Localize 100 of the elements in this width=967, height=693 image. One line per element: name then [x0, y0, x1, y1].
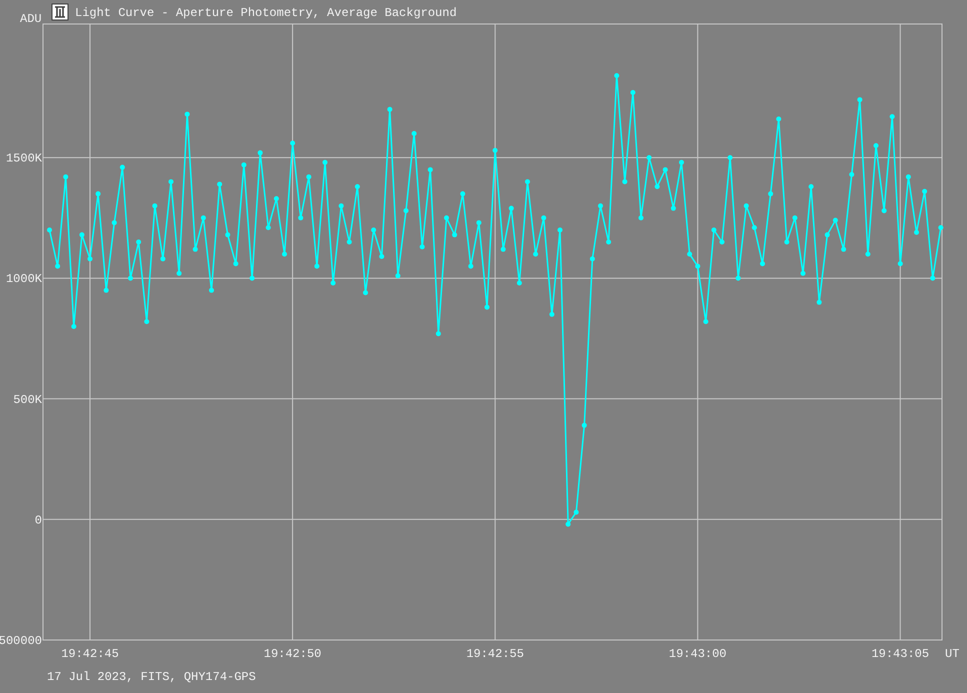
data-point: [192, 246, 198, 252]
axis-label: ADU: [20, 12, 42, 26]
data-point: [736, 276, 741, 281]
data-point: [566, 522, 571, 527]
data-point: [338, 203, 344, 208]
data-point: [354, 184, 360, 190]
data-point: [760, 261, 765, 266]
data-point: [444, 215, 449, 220]
data-point: [88, 256, 92, 262]
tick-label: 19:42:45: [61, 647, 119, 661]
data-point: [500, 246, 506, 252]
data-point: [558, 228, 562, 232]
data-point: [468, 264, 474, 269]
data-point: [63, 174, 68, 180]
data-point: [744, 203, 749, 208]
data-point: [144, 319, 150, 324]
data-point: [387, 106, 392, 112]
tick-label: 1000K: [6, 272, 42, 286]
app-icon: [52, 4, 68, 20]
data-point: [800, 270, 806, 276]
data-point: [662, 167, 668, 172]
data-point: [784, 240, 790, 244]
data-point: [832, 218, 838, 223]
data-point: [168, 179, 174, 184]
data-point: [882, 208, 887, 214]
data-point: [298, 215, 304, 220]
data-point: [104, 288, 109, 293]
data-point: [865, 252, 870, 257]
axis-label: UT: [945, 647, 960, 661]
data-point: [906, 174, 911, 180]
data-point: [849, 172, 854, 177]
data-point: [476, 220, 482, 226]
data-point: [241, 162, 246, 168]
data-point: [638, 215, 644, 220]
data-point: [646, 155, 652, 160]
data-point: [200, 215, 206, 220]
data-point: [890, 114, 895, 120]
data-point: [752, 225, 757, 230]
data-point: [420, 244, 425, 250]
data-point: [282, 252, 287, 257]
data-point: [630, 90, 636, 95]
footer-text: 17 Jul 2023, FITS, QHY174-GPS: [47, 670, 256, 684]
data-point: [71, 324, 76, 329]
data-point: [412, 131, 417, 136]
data-point: [857, 97, 862, 102]
data-point: [371, 228, 376, 232]
data-point: [728, 155, 733, 160]
data-point: [720, 240, 724, 244]
data-point: [898, 261, 903, 266]
data-point: [128, 276, 133, 281]
data-point: [209, 288, 214, 293]
data-point: [112, 220, 117, 226]
window-title: Light Curve - Aperture Photometry, Average Background: [75, 6, 457, 20]
tick-label: 19:42:50: [264, 647, 322, 661]
data-point: [322, 160, 328, 165]
tick-label: 500K: [13, 392, 42, 407]
data-point: [250, 276, 255, 281]
data-point: [225, 232, 230, 238]
tick-label: 500000: [0, 634, 42, 648]
data-point: [541, 215, 546, 220]
tick-label: 19:43:05: [871, 647, 930, 661]
data-point: [96, 191, 101, 196]
data-point: [695, 264, 700, 269]
data-point: [574, 510, 579, 515]
data-point: [670, 206, 676, 211]
data-point: [516, 280, 522, 286]
data-point: [622, 179, 628, 184]
data-point: [176, 270, 182, 276]
data-point: [314, 264, 320, 269]
data-point: [922, 188, 928, 194]
data-point: [47, 228, 52, 232]
data-point: [395, 273, 400, 278]
data-point: [274, 196, 279, 202]
data-point: [258, 150, 263, 156]
data-point: [217, 182, 222, 187]
data-point: [184, 112, 190, 117]
data-point: [492, 148, 498, 153]
data-point: [930, 276, 936, 281]
data-point: [687, 252, 692, 257]
data-point: [598, 203, 603, 208]
data-point: [582, 422, 587, 428]
data-point: [533, 252, 538, 257]
data-point: [508, 206, 514, 211]
data-point: [428, 167, 433, 172]
data-point: [120, 164, 125, 170]
data-point: [768, 191, 774, 196]
data-point: [792, 215, 798, 220]
data-point: [306, 174, 312, 180]
data-point: [808, 184, 814, 190]
data-point: [160, 256, 166, 262]
data-point: [346, 240, 352, 244]
data-point: [590, 256, 595, 262]
data-point: [452, 232, 458, 238]
data-point: [233, 261, 238, 266]
data-point: [776, 116, 782, 122]
data-point: [703, 319, 708, 324]
data-point: [266, 225, 271, 230]
tick-label: 19:43:00: [668, 647, 726, 661]
data-point: [679, 160, 684, 165]
data-point: [841, 246, 846, 252]
